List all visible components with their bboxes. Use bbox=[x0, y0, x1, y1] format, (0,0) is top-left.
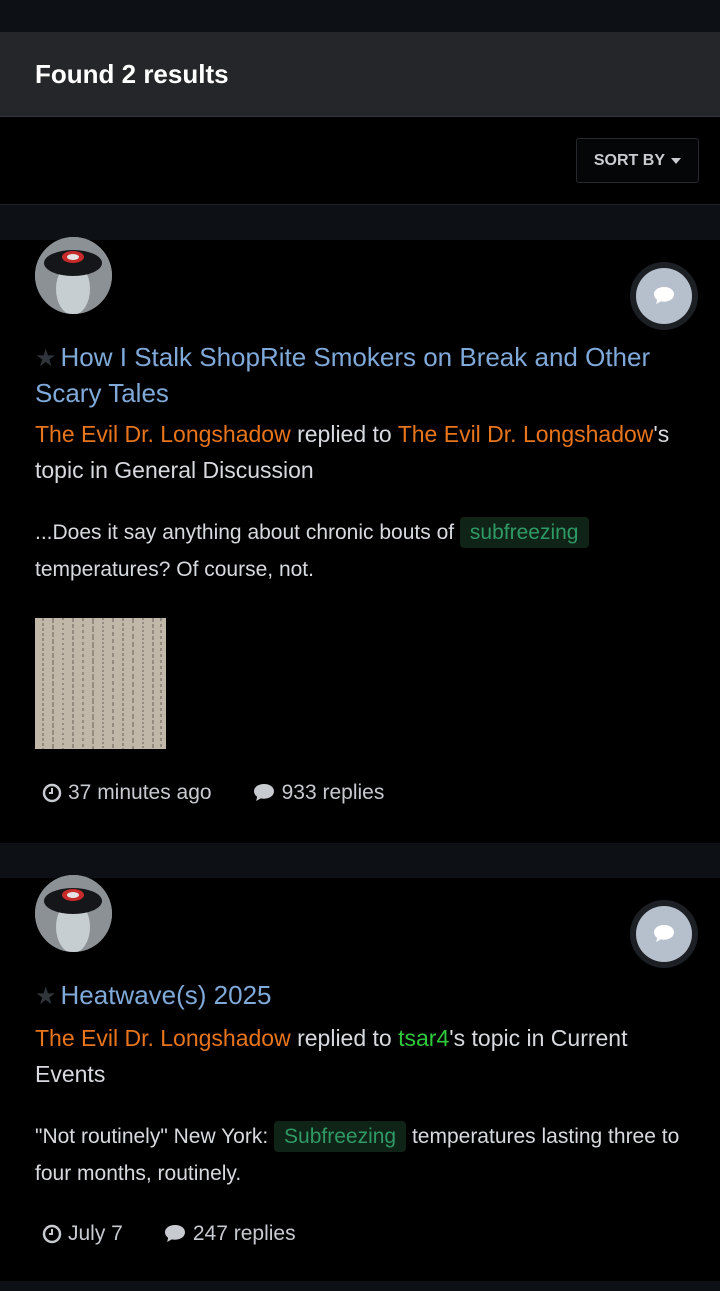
result-title-link[interactable]: ★ Heatwave(s) 2025 bbox=[35, 978, 685, 1014]
avatar[interactable] bbox=[35, 237, 112, 314]
result-card: ★ Heatwave(s) 2025 The Evil Dr. Longshado… bbox=[0, 875, 720, 1281]
action-text: replied to bbox=[297, 1025, 392, 1051]
author-link[interactable]: The Evil Dr. Longshadow bbox=[35, 421, 291, 447]
comment-icon bbox=[253, 784, 274, 801]
search-highlight: subfreezing bbox=[459, 517, 589, 548]
replies-label: 933 replies bbox=[281, 781, 385, 804]
results-count-title: Found 2 results bbox=[35, 58, 229, 89]
time-label: 37 minutes ago bbox=[68, 781, 212, 804]
time-label: July 7 bbox=[68, 1222, 123, 1245]
star-icon: ★ bbox=[35, 983, 57, 1010]
top-strip bbox=[0, 0, 720, 32]
caret-down-icon bbox=[671, 157, 681, 164]
sort-bar: SORT BY bbox=[0, 117, 720, 205]
result-title: Heatwave(s) 2025 bbox=[60, 980, 272, 1010]
time-stat: 37 minutes ago bbox=[42, 781, 212, 805]
star-icon: ★ bbox=[35, 345, 57, 372]
result-stats: July 7 247 replies bbox=[35, 1222, 685, 1246]
result-stats: 37 minutes ago 933 replies bbox=[35, 781, 685, 805]
separator bbox=[0, 843, 720, 878]
avatar[interactable] bbox=[35, 875, 112, 952]
clock-icon bbox=[42, 783, 62, 803]
search-highlight: Subfreezing bbox=[274, 1121, 407, 1152]
comment-icon bbox=[654, 925, 674, 942]
result-title-link[interactable]: ★ How I Stalk ShopRite Smokers on Break a… bbox=[35, 340, 685, 410]
result-title: How I Stalk ShopRite Smokers on Break an… bbox=[35, 342, 651, 408]
result-meta: The Evil Dr. Longshadow replied to tsar4… bbox=[35, 1020, 685, 1092]
results-header: Found 2 results bbox=[0, 32, 720, 117]
replies-label: 247 replies bbox=[192, 1222, 296, 1245]
topic-type-badge bbox=[630, 900, 698, 968]
result-card: ★ How I Stalk ShopRite Smokers on Break a… bbox=[0, 237, 720, 843]
replies-stat: 933 replies bbox=[252, 781, 385, 805]
clock-icon bbox=[42, 1224, 62, 1244]
result-snippet: ...Does it say anything about chronic bo… bbox=[35, 514, 685, 588]
sort-by-button[interactable]: SORT BY bbox=[575, 138, 699, 183]
author-link[interactable]: The Evil Dr. Longshadow bbox=[35, 1025, 291, 1051]
separator bbox=[0, 205, 720, 240]
replies-stat: 247 replies bbox=[163, 1222, 296, 1246]
comment-icon bbox=[654, 287, 674, 304]
sort-by-label: SORT BY bbox=[593, 151, 665, 169]
topic-type-badge bbox=[630, 262, 698, 330]
action-text: replied to bbox=[297, 421, 392, 447]
attachment-thumbnail[interactable] bbox=[35, 618, 166, 749]
topic-owner-link[interactable]: tsar4 bbox=[398, 1025, 449, 1051]
result-meta: The Evil Dr. Longshadow replied to The E… bbox=[35, 416, 685, 488]
comment-icon bbox=[164, 1225, 185, 1242]
result-snippet: "Not routinely" New York: Subfreezing te… bbox=[35, 1118, 685, 1192]
time-stat: July 7 bbox=[42, 1222, 123, 1246]
topic-owner-link[interactable]: The Evil Dr. Longshadow bbox=[398, 421, 654, 447]
